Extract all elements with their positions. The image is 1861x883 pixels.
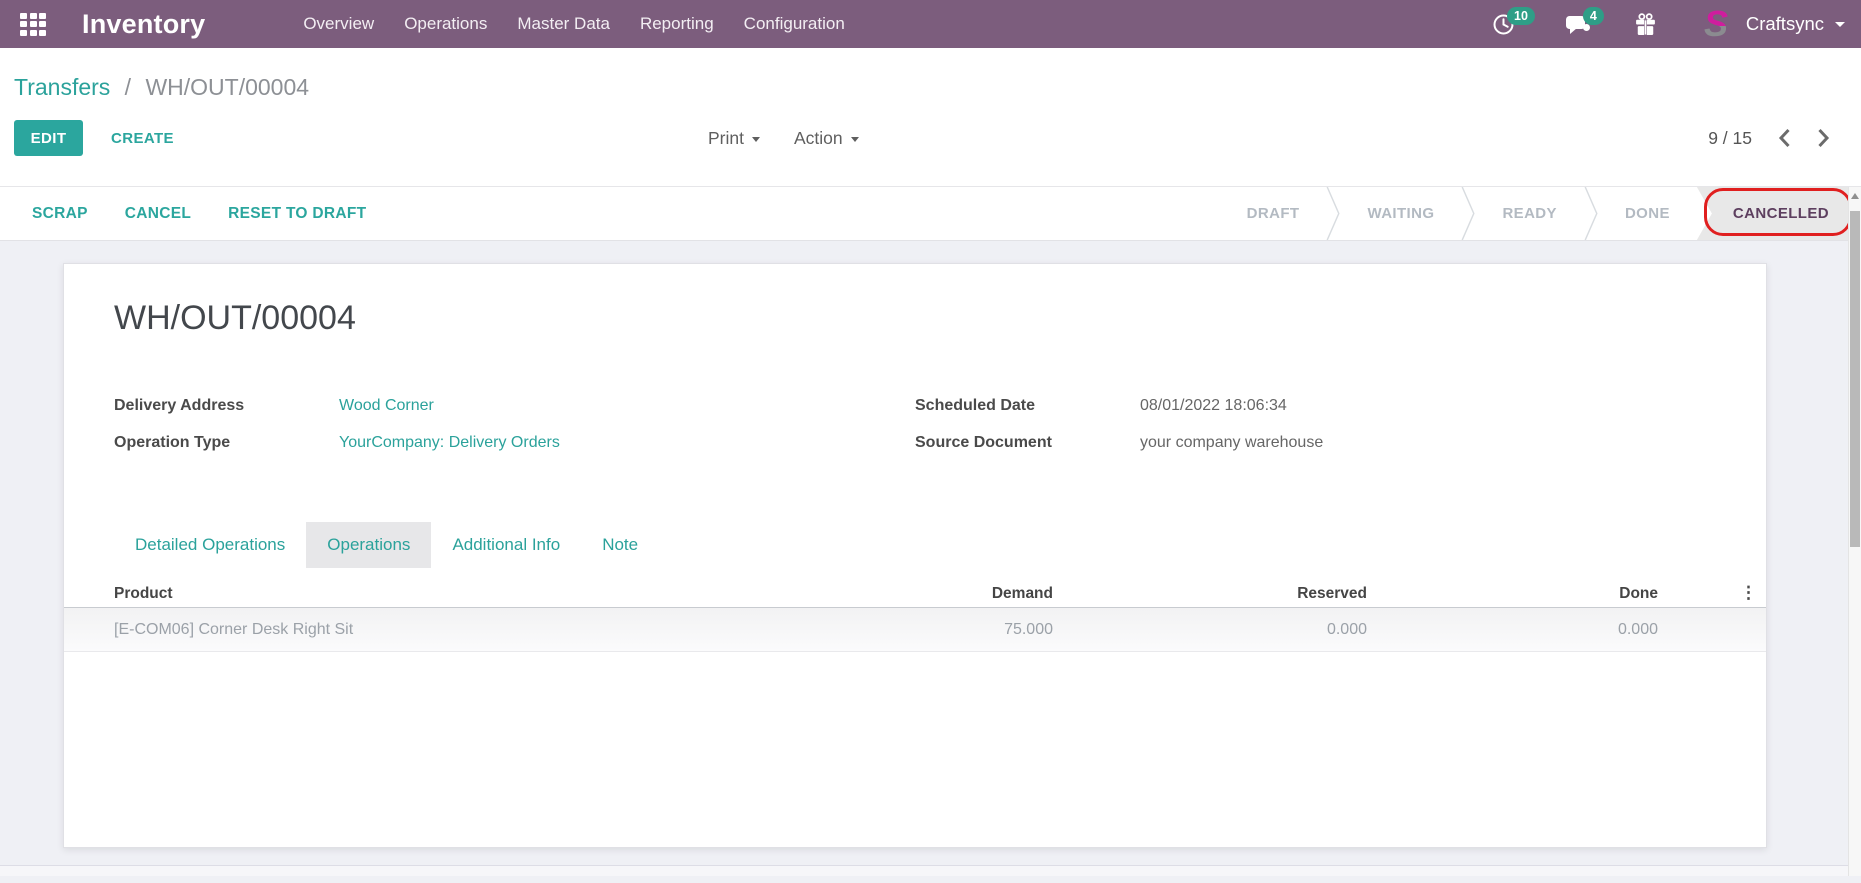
field-label: Source Document (915, 434, 1052, 451)
user-menu[interactable]: S Craftsync (1695, 5, 1845, 43)
center-controls: Print Action (708, 118, 859, 158)
create-button[interactable]: CREATE (105, 129, 180, 148)
pager: 9 / 15 (1708, 118, 1830, 158)
control-row: EDIT CREATE Print Action 9 / 15 (0, 118, 1861, 158)
activities-count-badge: 10 (1507, 6, 1535, 25)
content-area: WH/OUT/00004 Delivery Address Wood Corne… (0, 263, 1861, 883)
field-group-left: Delivery Address Wood Corner Operation T… (114, 394, 915, 468)
tab-note[interactable]: Note (581, 522, 659, 568)
reset-to-draft-button[interactable]: RESET TO DRAFT (228, 205, 366, 223)
top-navbar: Inventory Overview Operations Master Dat… (0, 0, 1861, 48)
scrollbar[interactable] (1848, 187, 1861, 876)
action-label: Action (793, 127, 843, 148)
column-header-done: Done (1619, 584, 1658, 602)
delivery-address-link[interactable]: Wood Corner (339, 394, 434, 418)
apps-menu-icon[interactable] (14, 7, 52, 42)
breadcrumb-transfers-link[interactable]: Transfers (14, 74, 110, 100)
breadcrumb-separator: / (124, 74, 132, 100)
form-sheet: WH/OUT/00004 Delivery Address Wood Corne… (63, 263, 1767, 848)
print-dropdown[interactable]: Print (708, 128, 760, 149)
state-cancelled-wrap: CANCELLED (1696, 187, 1852, 240)
scrap-button[interactable]: SCRAP (32, 205, 88, 223)
state-cancelled-active[interactable]: CANCELLED (1696, 187, 1848, 240)
status-pipeline: DRAFT WAITING READY DONE CANCELLED (1220, 187, 1852, 240)
statusbar: SCRAP CANCEL RESET TO DRAFT DRAFT WAITIN… (0, 186, 1861, 241)
pager-count: 9 / 15 (1708, 127, 1752, 148)
column-header-product: Product (114, 584, 173, 602)
navbar-right: 10 4 S Craftsync (1492, 5, 1845, 43)
breadcrumb-current: WH/OUT/00004 (145, 74, 310, 100)
field-label: Scheduled Date (915, 397, 1036, 414)
cell-done: 0.000 (1617, 620, 1658, 638)
cell-product: [E-COM06] Corner Desk Right Sit (114, 620, 354, 638)
cancel-button[interactable]: CANCEL (125, 205, 191, 223)
statusbar-buttons: SCRAP CANCEL RESET TO DRAFT (32, 187, 366, 240)
operations-table: Product Demand Reserved Done ⋮ [E-COM06]… (64, 580, 1766, 652)
chevron-left-icon (1778, 128, 1790, 148)
pager-next-button[interactable] (1817, 128, 1830, 148)
nav-item-reporting[interactable]: Reporting (625, 0, 729, 48)
chevron-right-icon (1818, 128, 1830, 148)
nav-item-operations[interactable]: Operations (389, 0, 502, 48)
state-waiting[interactable]: WAITING (1340, 187, 1461, 240)
pager-previous-button[interactable] (1778, 128, 1791, 148)
pipeline-arrow-icon (1461, 187, 1476, 240)
table-options: ⋮ (1658, 584, 1766, 603)
chevron-down-icon (850, 136, 859, 142)
breadcrumb: Transfers / WH/OUT/00004 (14, 72, 1861, 102)
field-label: Operation Type (114, 434, 231, 451)
nav-item-configuration[interactable]: Configuration (729, 0, 860, 48)
source-document-value: your company warehouse (1140, 434, 1324, 451)
field-operation-type: Operation Type YourCompany: Delivery Ord… (114, 431, 915, 455)
svg-text:S: S (1704, 5, 1728, 43)
company-logo: S (1704, 5, 1728, 43)
cell-demand: 75.000 (1004, 620, 1053, 638)
tab-additional-info[interactable]: Additional Info (431, 522, 581, 568)
field-scheduled-date: Scheduled Date 08/01/2022 18:06:34 (915, 394, 1716, 418)
tab-detailed-operations[interactable]: Detailed Operations (114, 522, 306, 568)
scheduled-date-value: 08/01/2022 18:06:34 (1140, 397, 1287, 414)
scroll-up-arrow-icon[interactable] (1851, 193, 1859, 199)
field-groups: Delivery Address Wood Corner Operation T… (114, 394, 1716, 468)
navbar-left: Inventory Overview Operations Master Dat… (0, 0, 860, 48)
column-header-reserved: Reserved (1297, 584, 1367, 602)
state-draft[interactable]: DRAFT (1220, 187, 1327, 240)
scrollbar-thumb[interactable] (1850, 211, 1860, 547)
nav-item-overview[interactable]: Overview (288, 0, 389, 48)
left-controls: EDIT CREATE (14, 120, 180, 156)
cell-reserved: 0.000 (1326, 620, 1367, 638)
footer-strip (0, 865, 1861, 876)
state-ready[interactable]: READY (1475, 187, 1584, 240)
print-label: Print (708, 127, 744, 148)
action-dropdown[interactable]: Action (794, 128, 859, 149)
tab-operations[interactable]: Operations (306, 522, 432, 568)
field-label: Delivery Address (114, 397, 245, 414)
vertical-dots-icon[interactable]: ⋮ (1740, 583, 1757, 602)
pipeline-arrow-icon (1327, 187, 1341, 240)
operation-type-link[interactable]: YourCompany: Delivery Orders (339, 431, 560, 455)
nav-item-master-data[interactable]: Master Data (502, 0, 625, 48)
gift-icon (1635, 12, 1655, 35)
column-header-demand: Demand (991, 584, 1053, 602)
messages-count-badge: 4 (1582, 6, 1604, 25)
rewards-button[interactable] (1634, 12, 1657, 36)
pipeline-arrow-icon (1584, 187, 1598, 240)
document-title: WH/OUT/00004 (114, 299, 356, 337)
control-panel: Transfers / WH/OUT/00004 EDIT CREATE Pri… (0, 48, 1861, 186)
messages-button[interactable]: 4 (1565, 6, 1604, 36)
user-name: Craftsync (1745, 13, 1824, 34)
state-done[interactable]: DONE (1598, 187, 1697, 240)
field-source-document: Source Document your company warehouse (915, 431, 1716, 455)
notebook-tabs: Detailed Operations Operations Additiona… (114, 522, 1766, 568)
app-title[interactable]: Inventory (82, 9, 205, 40)
nav-menu: Overview Operations Master Data Reportin… (288, 0, 859, 48)
edit-button[interactable]: EDIT (14, 120, 83, 156)
activities-button[interactable]: 10 (1492, 6, 1535, 36)
chevron-down-icon (751, 136, 760, 142)
field-group-right: Scheduled Date 08/01/2022 18:06:34 Sourc… (915, 394, 1716, 468)
table-header: Product Demand Reserved Done ⋮ (64, 580, 1766, 608)
field-delivery-address: Delivery Address Wood Corner (114, 394, 915, 418)
table-row[interactable]: [E-COM06] Corner Desk Right Sit 75.000 0… (64, 608, 1766, 652)
chevron-down-icon (1835, 21, 1845, 27)
